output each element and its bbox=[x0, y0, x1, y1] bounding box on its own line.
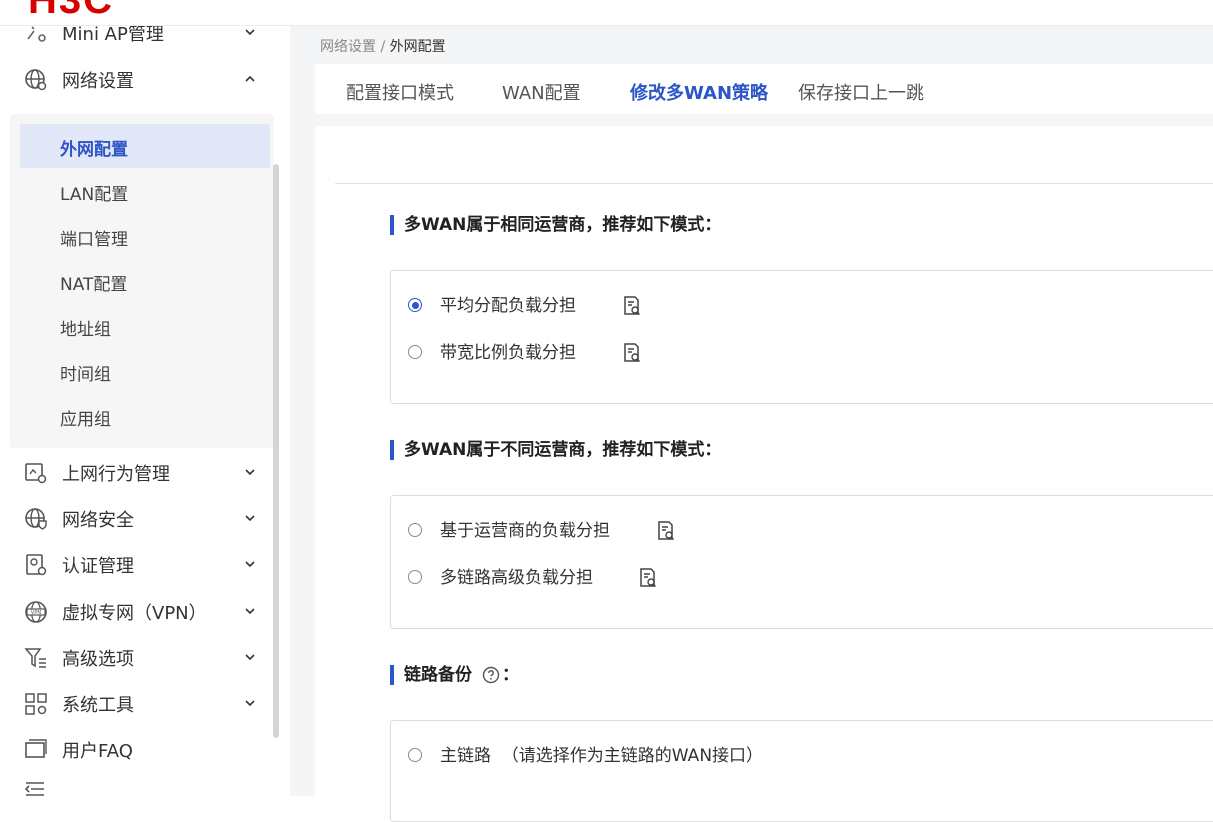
sidebar-item-label: Mini AP管理 bbox=[62, 26, 164, 45]
sidebar-item-label: 系统工具 bbox=[62, 695, 134, 716]
chevron-down-icon[interactable] bbox=[243, 465, 257, 479]
collapse-menu-icon[interactable] bbox=[24, 781, 46, 796]
breadcrumb-current: 外网配置 bbox=[389, 39, 446, 55]
submenu-item-label: 应用组 bbox=[60, 410, 111, 430]
ap-management-icon bbox=[27, 26, 46, 42]
option-label: 基于运营商的负载分担 bbox=[440, 521, 610, 541]
section-title-text: 链路备份 bbox=[404, 665, 472, 685]
submenu-item-time-group[interactable]: 时间组 bbox=[20, 349, 270, 393]
section-title-diff-isp: 多WAN属于不同运营商，推荐如下模式： bbox=[390, 440, 721, 460]
link-backup-options-box bbox=[390, 720, 1213, 822]
submenu-item-label: 端口管理 bbox=[60, 230, 128, 250]
globe-shield-icon bbox=[25, 508, 47, 530]
section-title-same-isp: 多WAN属于相同运营商，推荐如下模式： bbox=[390, 215, 721, 235]
auth-management-icon bbox=[26, 554, 47, 576]
sidebar-item-label: 虚拟专网（VPN） bbox=[62, 603, 207, 624]
submenu-item-wan-config[interactable]: 外网配置 bbox=[20, 124, 270, 168]
submenu-item-label: 地址组 bbox=[60, 320, 111, 340]
chevron-down-icon[interactable] bbox=[243, 557, 257, 571]
sidebar-item-label: 用户FAQ bbox=[62, 741, 133, 762]
radio-button[interactable] bbox=[408, 345, 422, 359]
submenu-item-lan-config[interactable]: LAN配置 bbox=[20, 169, 270, 213]
diff-isp-options-box bbox=[390, 495, 1213, 629]
tab-multi-wan-policy[interactable]: 修改多WAN策略 bbox=[630, 79, 768, 105]
radio-button[interactable] bbox=[408, 523, 422, 537]
chevron-up-icon[interactable] bbox=[243, 72, 257, 86]
sidebar-item-network-settings[interactable]: 网络设置 bbox=[0, 59, 290, 99]
vpn-globe-icon: VPN bbox=[25, 601, 47, 623]
filter-list-icon bbox=[24, 648, 46, 668]
chevron-down-icon[interactable] bbox=[243, 604, 257, 618]
sidebar-item-label: 网络安全 bbox=[62, 510, 134, 531]
document-search-icon[interactable] bbox=[656, 520, 676, 542]
breadcrumb-separator: / bbox=[376, 39, 390, 55]
sidebar-item-mini-ap[interactable]: Mini AP管理 bbox=[0, 26, 290, 52]
system-tools-icon bbox=[25, 693, 47, 715]
divider bbox=[335, 183, 1213, 184]
tab-wan-config[interactable]: WAN配置 bbox=[502, 79, 581, 105]
sidebar-item-user-faq[interactable]: 用户FAQ bbox=[0, 729, 290, 769]
sidebar-item-label: 高级选项 bbox=[62, 649, 134, 670]
submenu-item-app-group[interactable]: 应用组 bbox=[20, 394, 270, 438]
option-label: 主链路 （请选择作为主链路的WAN接口） bbox=[440, 746, 764, 766]
option-label: 带宽比例负载分担 bbox=[440, 343, 576, 363]
behavior-management-icon bbox=[25, 463, 47, 484]
chevron-down-icon[interactable] bbox=[243, 511, 257, 525]
sidebar-item-network-security[interactable]: 网络安全 bbox=[0, 498, 290, 538]
document-search-icon[interactable] bbox=[622, 295, 642, 317]
tab-interface-mode[interactable]: 配置接口模式 bbox=[346, 79, 454, 105]
option-label: 多链路高级负载分担 bbox=[440, 568, 593, 588]
submenu-item-address-group[interactable]: 地址组 bbox=[20, 304, 270, 348]
document-search-icon[interactable] bbox=[638, 567, 658, 589]
submenu-item-port-management[interactable]: 端口管理 bbox=[20, 214, 270, 258]
radio-button[interactable] bbox=[408, 748, 422, 762]
radio-button-checked[interactable] bbox=[408, 298, 422, 312]
network-settings-submenu: 外网配置 LAN配置 端口管理 NAT配置 地址组 时间组 应用组 bbox=[10, 114, 274, 448]
sidebar-item-label: 认证管理 bbox=[62, 556, 134, 577]
globe-settings-icon bbox=[25, 69, 47, 91]
sidebar-item-label: 上网行为管理 bbox=[62, 464, 170, 485]
sidebar-item-vpn[interactable]: VPN 虚拟专网（VPN） bbox=[0, 591, 290, 631]
submenu-item-label: 外网配置 bbox=[60, 140, 128, 160]
sidebar-item-advanced-options[interactable]: 高级选项 bbox=[0, 637, 290, 677]
document-search-icon[interactable] bbox=[622, 342, 642, 364]
same-isp-options-box bbox=[390, 270, 1213, 404]
submenu-item-label: 时间组 bbox=[60, 365, 111, 385]
sidebar-item-behavior-management[interactable]: 上网行为管理 bbox=[0, 452, 290, 492]
svg-text:VPN: VPN bbox=[31, 610, 41, 616]
chevron-down-icon[interactable] bbox=[243, 696, 257, 710]
sidebar-item-system-tools[interactable]: 系统工具 bbox=[0, 683, 290, 723]
tab-bar: 配置接口模式 WAN配置 修改多WAN策略 保存接口上一跳 bbox=[315, 64, 1213, 114]
help-question-icon[interactable] bbox=[482, 666, 500, 684]
submenu-item-nat-config[interactable]: NAT配置 bbox=[20, 259, 270, 303]
sidebar-item-label: 网络设置 bbox=[62, 71, 134, 92]
tab-save-next-hop[interactable]: 保存接口上一跳 bbox=[798, 79, 924, 105]
sidebar-scrollbar[interactable] bbox=[273, 164, 279, 738]
faq-monitor-icon bbox=[25, 739, 47, 758]
top-header: H3C bbox=[0, 0, 1213, 26]
chevron-down-icon[interactable] bbox=[243, 650, 257, 664]
breadcrumb: 网络设置 / 外网配置 bbox=[320, 36, 446, 56]
submenu-item-label: LAN配置 bbox=[60, 185, 129, 205]
sidebar-item-auth-management[interactable]: 认证管理 bbox=[0, 544, 290, 584]
brand-logo: H3C bbox=[28, 0, 115, 22]
section-title-link-backup: 链路备份 ： bbox=[390, 665, 519, 685]
sidebar: Mini AP管理 网络设置 外网配置 LAN配置 端口管理 NAT配置 地址组… bbox=[0, 26, 290, 796]
section-title-suffix: ： bbox=[502, 665, 519, 685]
radio-button[interactable] bbox=[408, 570, 422, 584]
option-label: 平均分配负载分担 bbox=[440, 296, 576, 316]
chevron-down-icon[interactable] bbox=[243, 26, 257, 39]
submenu-item-label: NAT配置 bbox=[60, 275, 128, 295]
breadcrumb-parent[interactable]: 网络设置 bbox=[320, 39, 376, 55]
